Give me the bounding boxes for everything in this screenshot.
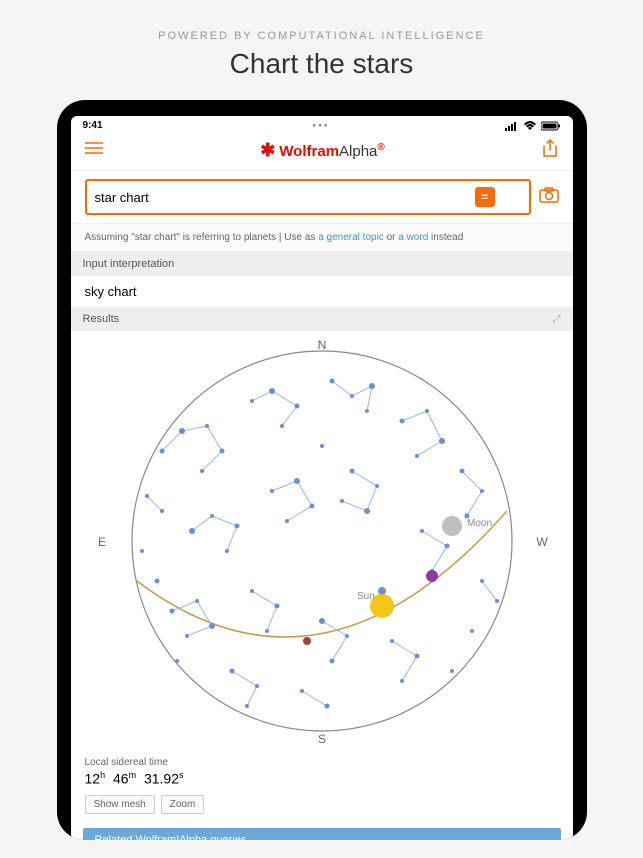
related-queries-header: Related Wolfram|Alpha queries: [83, 828, 561, 840]
app-header: ✱ WolframAlpha®: [71, 133, 573, 171]
status-bar: 9:41 •••: [71, 116, 573, 133]
logo-part2: Alpha: [339, 143, 377, 160]
zoom-button[interactable]: Zoom: [161, 795, 205, 814]
compass-w: W: [536, 535, 548, 549]
sidereal-label: Local sidereal time: [85, 757, 559, 768]
compass-s: S: [317, 732, 325, 746]
compass-n: N: [317, 338, 326, 352]
show-mesh-button[interactable]: Show mesh: [85, 795, 155, 814]
assumption-link-topic[interactable]: a general topic: [318, 232, 384, 243]
input-interpretation-label: Input interpretation: [83, 258, 175, 270]
logo-part1: Wolfram: [279, 143, 339, 160]
status-time: 9:41: [83, 120, 103, 131]
chart-controls: Show mesh Zoom: [71, 795, 573, 822]
promo-tagline: POWERED BY COMPUTATIONAL INTELLIGENCE: [0, 30, 643, 42]
menu-icon[interactable]: [85, 141, 103, 160]
battery-icon: [541, 121, 561, 131]
screen: 9:41 ••• ✱ WolframAlpha® star: [71, 116, 573, 840]
spikey-icon: ✱: [260, 140, 275, 161]
assumption-prefix: Assuming "star chart" is referring to pl…: [85, 232, 319, 243]
submit-button[interactable]: =: [475, 187, 495, 207]
input-interpretation-header: Input interpretation: [71, 252, 573, 276]
sun-label: Sun: [357, 591, 375, 602]
logo: ✱ WolframAlpha®: [260, 140, 385, 161]
expand-icon[interactable]: ⤢: [553, 314, 561, 325]
search-value: star chart: [95, 190, 149, 205]
assumption-bar: Assuming "star chart" is referring to pl…: [71, 223, 573, 252]
status-right: [505, 121, 561, 131]
sidereal-value: 12h 46m 31.92s: [85, 770, 559, 787]
results-label: Results: [83, 313, 120, 325]
promo-header: POWERED BY COMPUTATIONAL INTELLIGENCE Ch…: [0, 0, 643, 100]
assumption-middle: or: [384, 232, 398, 243]
multitask-dots-icon: •••: [313, 121, 330, 130]
signal-icon: [505, 121, 519, 131]
promo-title: Chart the stars: [0, 48, 643, 80]
camera-icon[interactable]: [539, 187, 559, 208]
search-row: star chart =: [71, 171, 573, 223]
sidereal-time: Local sidereal time 12h 46m 31.92s: [71, 751, 573, 795]
results-header: Results ⤢: [71, 307, 573, 331]
search-input[interactable]: star chart =: [85, 179, 531, 215]
assumption-link-word[interactable]: a word: [398, 232, 428, 243]
input-interpretation-value: sky chart: [71, 276, 573, 307]
share-icon[interactable]: [542, 139, 558, 162]
compass-e: E: [97, 535, 105, 549]
assumption-suffix: instead: [428, 232, 463, 243]
sky-chart: N E W S: [71, 331, 573, 751]
moon-label: Moon: [467, 518, 492, 529]
tablet-frame: 9:41 ••• ✱ WolframAlpha® star: [57, 100, 587, 840]
wifi-icon: [523, 121, 537, 131]
